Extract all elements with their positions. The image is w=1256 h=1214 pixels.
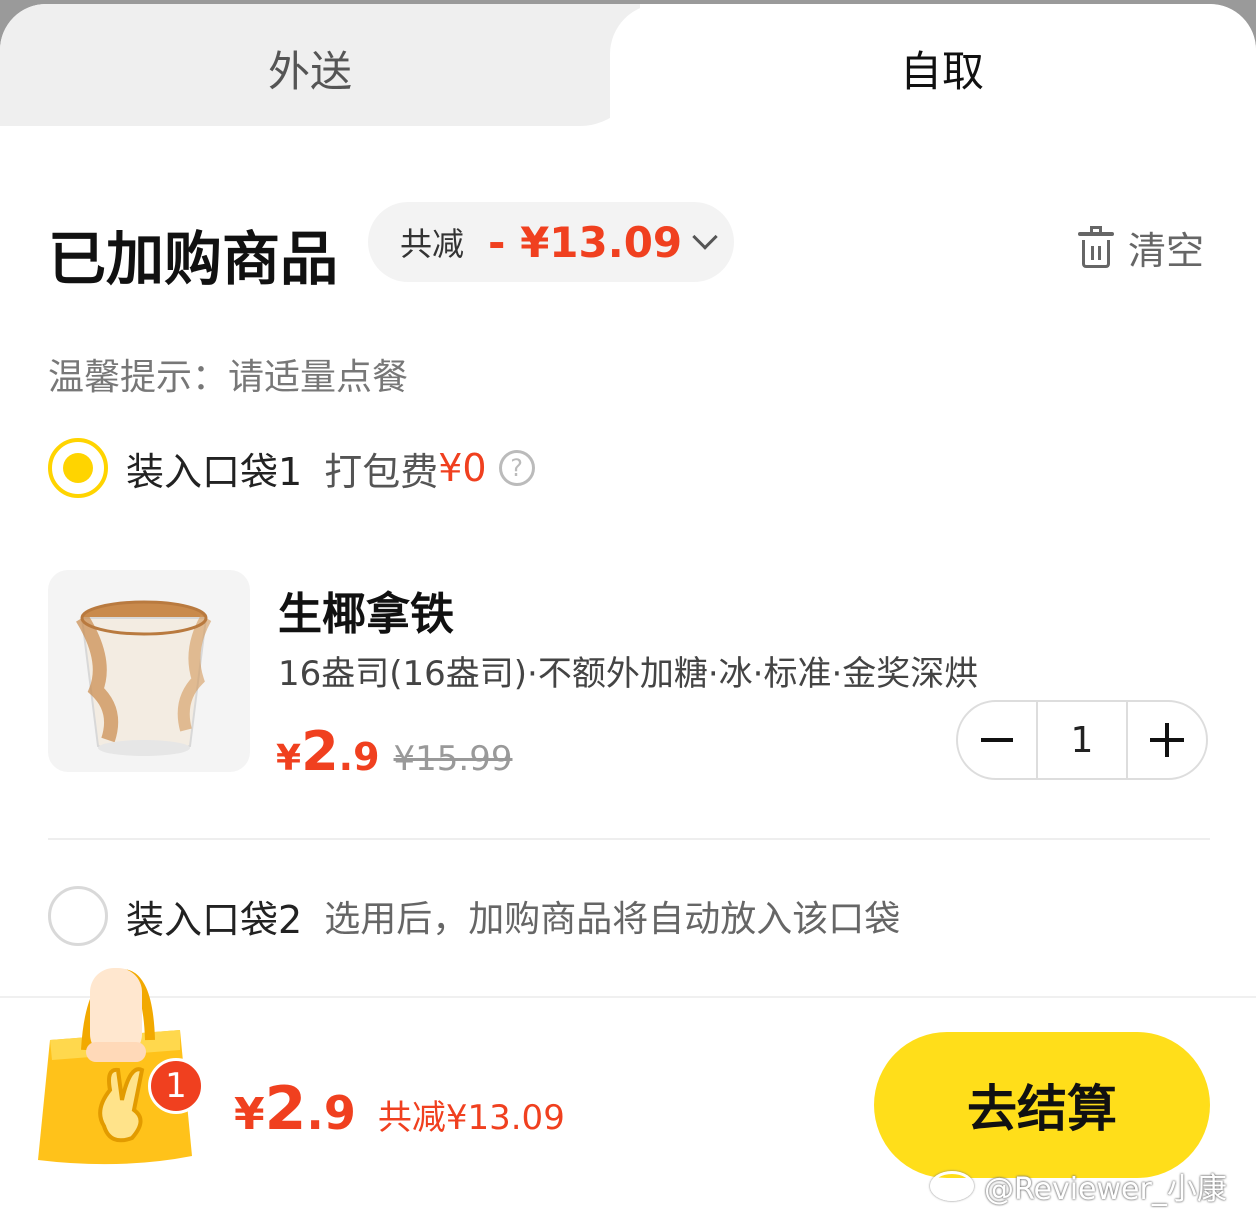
price-symbol: ¥ — [276, 738, 302, 779]
quantity-value[interactable]: 1 — [1036, 702, 1128, 778]
bag2-name: 装入口袋2 — [126, 897, 303, 942]
tab-bar: 外送 自取 — [0, 4, 1256, 126]
watermark: @Reviewer_小康 — [930, 1164, 1227, 1208]
total-price: ¥ 2 .9 共减¥13.09 — [234, 1074, 565, 1144]
tab-delivery[interactable]: 外送 — [268, 38, 352, 99]
divider — [48, 838, 1210, 840]
trash-icon — [1078, 225, 1114, 270]
clear-button[interactable]: 清空 — [1078, 220, 1204, 275]
cart-title: 已加购商品 — [48, 225, 339, 293]
bag1-fee-label: 打包费 — [324, 449, 439, 494]
bag1-name: 装入口袋1 — [126, 449, 303, 494]
product-price: ¥ 2 .9 ¥15.99 — [276, 720, 513, 783]
chevron-down-icon — [692, 224, 718, 250]
help-icon[interactable]: ? — [498, 450, 535, 486]
watermark-text: @Reviewer_小康 — [984, 1172, 1227, 1207]
bag2-note: 选用后，加购商品将自动放入该口袋 — [324, 899, 901, 940]
weibo-icon — [930, 1171, 974, 1201]
bag-option-2[interactable]: 装入口袋2 选用后，加购商品将自动放入该口袋 — [48, 886, 900, 946]
product-image[interactable] — [48, 570, 250, 772]
cart-count-badge: 1 — [148, 1058, 204, 1114]
bag1-radio[interactable] — [48, 438, 108, 498]
checkout-button[interactable]: 去结算 — [874, 1032, 1210, 1178]
clear-label: 清空 — [1128, 229, 1205, 273]
discount-label: 共减 — [400, 225, 465, 263]
total-symbol: ¥ — [234, 1089, 265, 1140]
discount-pill[interactable]: 共减 - ¥13.09 — [368, 202, 734, 282]
price-decimal: .9 — [338, 735, 380, 779]
total-integer: 2 — [264, 1074, 307, 1144]
quantity-stepper: 1 — [956, 700, 1208, 780]
product-name: 生椰拿铁 — [278, 589, 454, 640]
bag1-fee-amount: ¥0 — [438, 446, 487, 490]
bag-option-1[interactable]: 装入口袋1 打包费 ¥0 ? — [48, 438, 535, 498]
discount-value: - ¥13.09 — [488, 217, 683, 267]
tip-text: 温馨提示：请适量点餐 — [48, 357, 409, 398]
price-integer: 2 — [301, 720, 339, 783]
total-saved: 共减¥13.09 — [377, 1098, 565, 1138]
minus-button[interactable] — [958, 702, 1036, 778]
total-decimal: .9 — [306, 1086, 356, 1140]
tab-pickup[interactable]: 自取 — [900, 38, 984, 99]
product-spec: 16盎司(16盎司)·不额外加糖·冰·标准·金奖深烘 — [278, 654, 979, 694]
plus-button[interactable] — [1128, 702, 1206, 778]
bag2-radio[interactable] — [48, 886, 108, 946]
original-price: ¥15.99 — [393, 739, 513, 779]
